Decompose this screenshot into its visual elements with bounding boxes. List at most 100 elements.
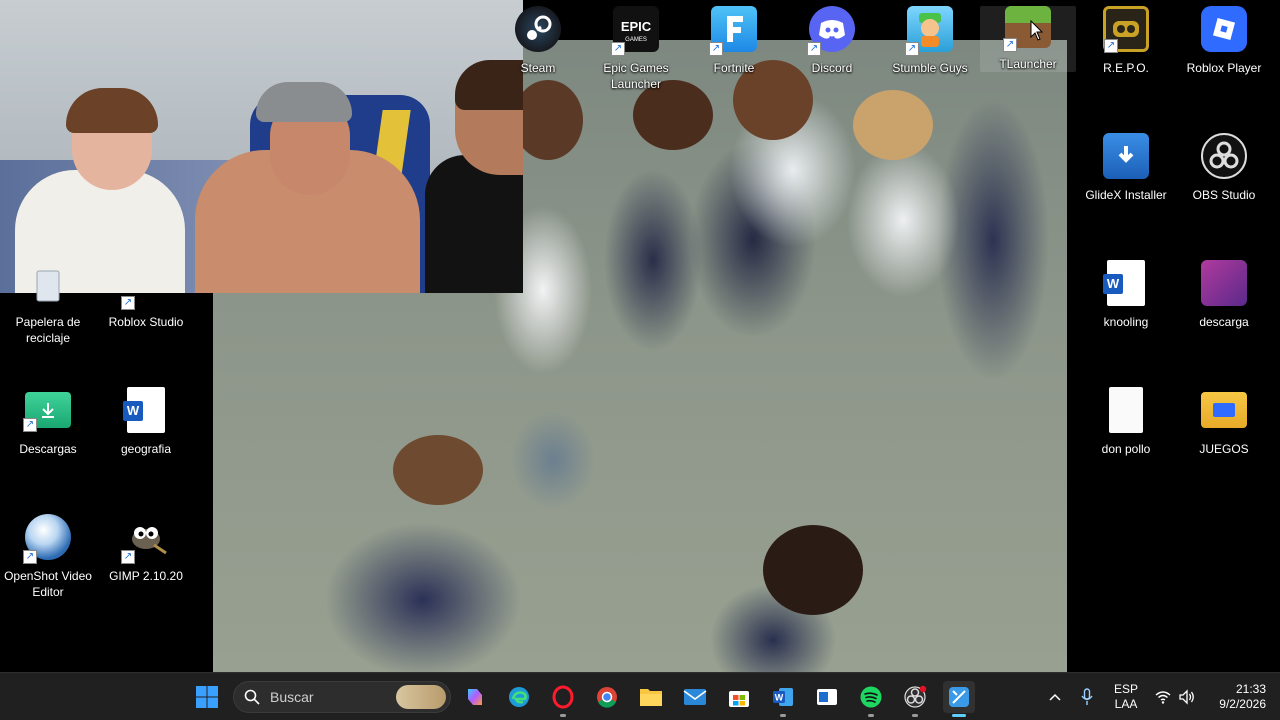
show-hidden-icons-button[interactable] (1043, 673, 1067, 720)
microphone-icon (1081, 688, 1093, 705)
search-highlight-image (396, 685, 446, 709)
chevron-up-icon (1049, 693, 1061, 701)
desktop-icon-label: Epic Games Launcher (603, 61, 669, 91)
taskbar-app-file-explorer[interactable] (635, 681, 667, 713)
desktop-icon-label: geografia (120, 442, 172, 456)
desktop-icon-recycle-bin[interactable]: Papelera de reciclaje (0, 260, 96, 346)
desktop-icon-tlauncher[interactable]: ↗ TLauncher (980, 6, 1076, 72)
desktop-icon-label: descarga (1199, 315, 1249, 329)
wifi-button[interactable] (1152, 673, 1174, 720)
steam-icon (515, 6, 561, 52)
keyboard-layout-label: LAA (1114, 697, 1138, 711)
desktop: Steam EPIC GAMES ↗ Epic Games Launcher ↗ … (0, 0, 1280, 672)
desktop-icon-don-pollo[interactable]: don pollo (1078, 387, 1174, 457)
taskbar-app-copilot[interactable] (459, 681, 491, 713)
running-indicator (912, 714, 918, 717)
volume-button[interactable] (1176, 673, 1198, 720)
tlauncher-icon: ↗ (1003, 6, 1051, 52)
clock-button[interactable]: 21:33 9/2/2026 (1204, 673, 1270, 720)
wallpaper-hair (853, 90, 933, 160)
desktop-icon-label: Roblox Player (1186, 61, 1262, 75)
desktop-icon-fortnite[interactable]: ↗ Fortnite (686, 6, 782, 76)
desktop-icon-label: don pollo (1101, 442, 1151, 456)
taskbar-app-generic[interactable] (811, 681, 843, 713)
desktop-icon-label: OpenShot Video Editor (4, 569, 92, 599)
desktop-icon-label: Stumble Guys (892, 61, 968, 75)
desktop-icon-label: GlideX Installer (1085, 188, 1167, 202)
taskbar-app-mail[interactable] (679, 681, 711, 713)
spotify-icon (860, 686, 882, 708)
repo-icon: ↗ (1103, 6, 1149, 53)
fortnite-icon: ↗ (709, 6, 757, 56)
edge-icon (509, 687, 529, 707)
gimp-icon: ↗ (121, 514, 169, 564)
obs-icon (904, 685, 927, 708)
obs-studio-icon (1201, 133, 1247, 179)
desktop-icon-descarga[interactable]: descarga (1176, 260, 1272, 330)
taskbar-app-edge[interactable] (503, 681, 535, 713)
microphone-button[interactable] (1076, 673, 1098, 720)
desktop-icon-label: Steam (520, 61, 556, 75)
taskbar-app-word[interactable]: W (767, 681, 799, 717)
desktop-icon-label: OBS Studio (1192, 188, 1256, 202)
desktop-icon-label: Descargas (19, 442, 77, 456)
running-indicator (868, 714, 874, 717)
recycle-bin-icon (25, 260, 71, 306)
chrome-icon (597, 687, 617, 708)
desktop-icon-label: Fortnite (713, 61, 755, 75)
taskbar-app-chrome[interactable] (591, 681, 623, 713)
folder-icon (1201, 392, 1247, 428)
taskbar-app-opera[interactable] (547, 681, 579, 717)
clock-date: 9/2/2026 (1219, 697, 1266, 711)
file-explorer-icon (640, 689, 662, 706)
taskbar-search[interactable]: Buscar (233, 681, 451, 713)
desktop-icon-openshot[interactable]: ↗ OpenShot Video Editor (0, 514, 96, 600)
search-placeholder: Buscar (270, 689, 314, 705)
webcam-overlay (0, 0, 523, 293)
desktop-icon-roblox-player[interactable]: Roblox Player (1176, 6, 1272, 76)
desktop-icon-juegos[interactable]: JUEGOS (1176, 387, 1272, 457)
input-language-button[interactable]: ESP LAA (1106, 673, 1146, 720)
taskbar-app-obs[interactable] (899, 681, 931, 717)
desktop-icon-repo[interactable]: ↗ R.E.P.O. (1078, 6, 1174, 76)
svg-text:EPIC: EPIC (621, 19, 652, 34)
desktop-icon-discord[interactable]: ↗ Discord (784, 6, 880, 76)
desktop-icon-descargas[interactable]: ↗ Descargas (0, 387, 96, 457)
desktop-icon-knooling[interactable]: W knooling (1078, 260, 1174, 330)
desktop-icon-steam[interactable]: Steam (490, 6, 586, 76)
desktop-icon-stumble-guys[interactable]: ↗ Stumble Guys (882, 6, 978, 76)
desktop-icon-roblox-studio[interactable]: ↗ Roblox Studio (98, 260, 194, 330)
openshot-icon: ↗ (23, 514, 71, 564)
desktop-icon-label: Discord (811, 61, 853, 75)
desktop-icon-gimp[interactable]: ↗ GIMP 2.10.20 (98, 514, 194, 584)
running-indicator (560, 714, 566, 717)
mouse-cursor-icon (1030, 20, 1044, 41)
wallpaper-hair (393, 435, 483, 505)
word-document-icon: W (123, 387, 165, 433)
epic-games-icon: EPIC GAMES ↗ (611, 6, 659, 56)
speaker-icon (1179, 689, 1194, 705)
running-indicator (780, 714, 786, 717)
desktop-icon-glidex-installer[interactable]: GlideX Installer (1078, 133, 1174, 203)
taskbar-app-snipping[interactable] (943, 681, 975, 717)
desktop-icon-label: TLauncher (999, 57, 1057, 71)
desktop-icon-obs-studio[interactable]: OBS Studio (1176, 133, 1272, 203)
wallpaper-hair (763, 525, 863, 615)
glidex-installer-icon (1103, 133, 1149, 179)
roblox-icon (1201, 6, 1247, 52)
wallpaper-hair (513, 80, 583, 160)
taskbar-app-spotify[interactable] (855, 681, 887, 717)
svg-text:W: W (775, 693, 784, 703)
blank-file-icon (1109, 387, 1143, 433)
downloads-folder-icon: ↗ (23, 392, 71, 432)
desktop-icon-label: Roblox Studio (108, 315, 184, 329)
desktop-icon-epic-games[interactable]: EPIC GAMES ↗ Epic Games Launcher (588, 6, 684, 92)
search-icon (244, 689, 260, 705)
snipping-tool-icon (949, 687, 969, 707)
desktop-icon-geografia[interactable]: W geografia (98, 387, 194, 457)
clock-time: 21:33 (1235, 682, 1266, 696)
roblox-studio-icon: ↗ (121, 260, 169, 310)
start-button[interactable] (191, 681, 223, 713)
taskbar: Buscar W ESP LAA 21:33 9/2/2026 (0, 672, 1280, 720)
taskbar-app-store[interactable] (723, 681, 755, 713)
